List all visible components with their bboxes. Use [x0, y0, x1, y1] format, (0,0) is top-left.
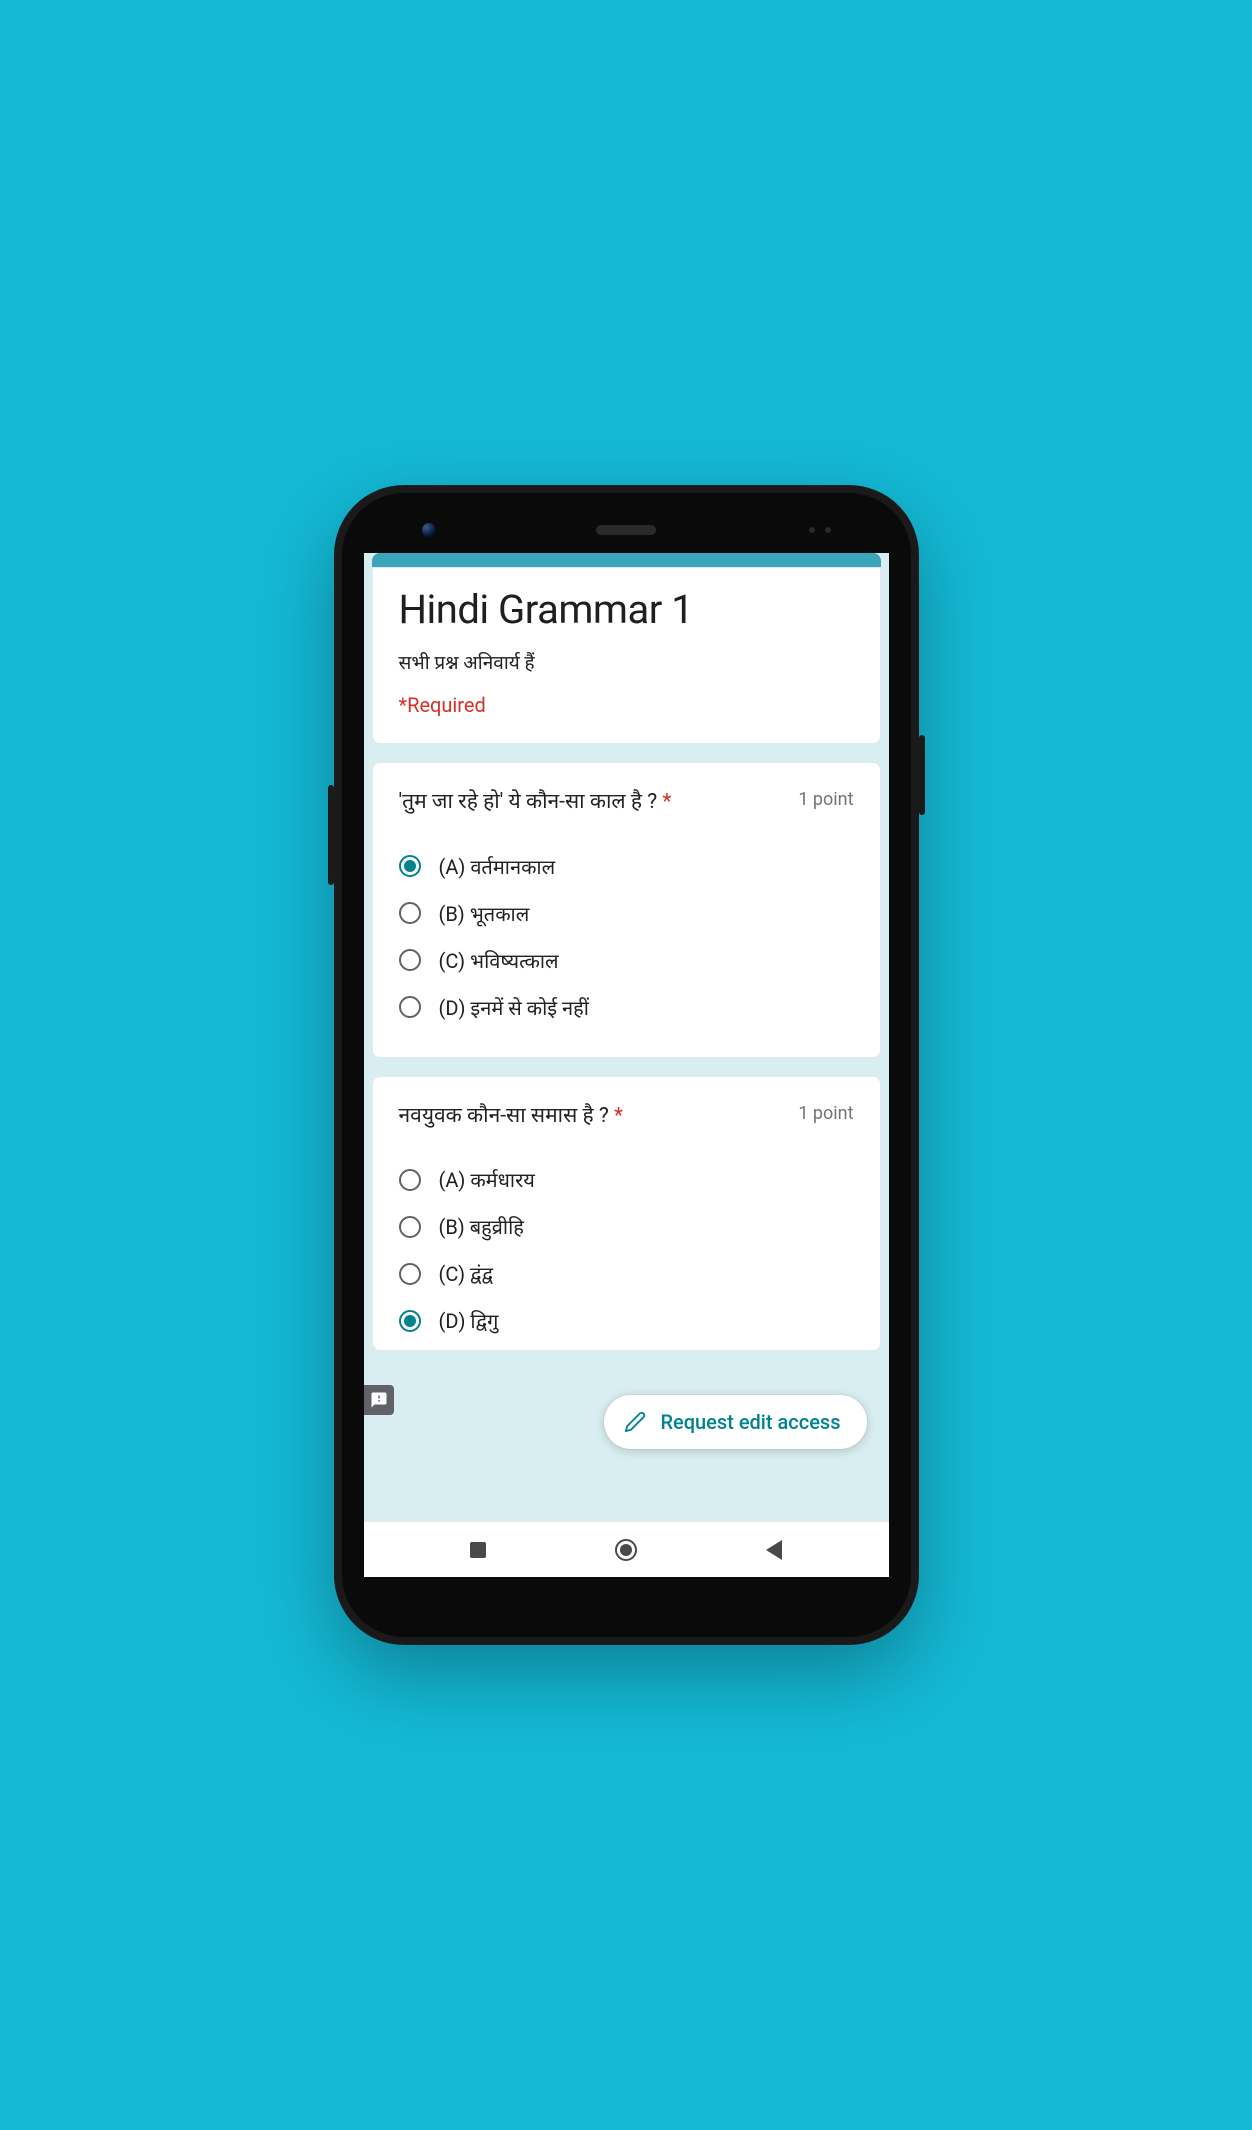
option-label: (D) द्विगु — [439, 1307, 499, 1334]
form-description: सभी प्रश्न अनिवार्य हैं — [399, 649, 854, 675]
fab-label: Request edit access — [660, 1410, 840, 1434]
option-label: (C) द्वंद्व — [439, 1260, 494, 1287]
android-navigation-bar — [364, 1521, 889, 1577]
power-button[interactable] — [919, 735, 925, 815]
required-asterisk: * — [662, 790, 671, 814]
option-label: (D) इनमें से कोई नहीं — [439, 994, 589, 1021]
earpiece-speaker — [596, 525, 656, 535]
device-screen: Hindi Grammar 1 सभी प्रश्न अनिवार्य हैं … — [364, 553, 889, 1577]
question-card-2: नवयुवक कौन-सा समास है ? * 1 point (A) कर… — [372, 1076, 881, 1352]
q2-option-b[interactable]: (B) बहुव्रीहि — [399, 1203, 854, 1250]
radio-unselected-icon — [399, 949, 421, 971]
q1-option-c[interactable]: (C) भविष्यत्काल — [399, 937, 854, 984]
recent-apps-button[interactable] — [438, 1542, 518, 1558]
option-label: (B) भूतकाल — [439, 900, 530, 927]
form-title: Hindi Grammar 1 — [399, 586, 854, 633]
question-text-2: नवयुवक कौन-सा समास है ? * — [399, 1101, 789, 1133]
required-asterisk: * — [614, 1104, 623, 1128]
option-label: (A) कर्मधारय — [439, 1166, 535, 1193]
request-edit-access-button[interactable]: Request edit access — [604, 1395, 866, 1449]
volume-button[interactable] — [328, 785, 334, 885]
square-icon — [470, 1542, 486, 1558]
radio-selected-icon — [399, 855, 421, 877]
phone-bezel: Hindi Grammar 1 सभी प्रश्न अनिवार्य हैं … — [342, 493, 911, 1637]
required-indicator: *Required — [399, 693, 854, 717]
radio-unselected-icon — [399, 996, 421, 1018]
form-accent-bar — [372, 553, 881, 567]
question-points-1: 1 point — [798, 787, 853, 810]
question-label: नवयुवक कौन-सा समास है ? — [399, 1104, 609, 1128]
question-text-1: 'तुम जा रहे हो' ये कौन-सा काल है ? * — [399, 787, 789, 819]
radio-unselected-icon — [399, 902, 421, 924]
question-2-options: (A) कर्मधारय (B) बहुव्रीहि (C) द्वंद्व — [399, 1156, 854, 1344]
feedback-icon — [370, 1391, 388, 1409]
option-label: (B) बहुव्रीहि — [439, 1213, 524, 1240]
question-label: 'तुम जा रहे हो' ये कौन-सा काल है ? — [399, 790, 658, 814]
q2-option-c[interactable]: (C) द्वंद्व — [399, 1250, 854, 1297]
circle-icon — [615, 1539, 637, 1561]
radio-unselected-icon — [399, 1169, 421, 1191]
feedback-button[interactable] — [364, 1385, 394, 1415]
sensor-dots — [809, 527, 831, 533]
radio-unselected-icon — [399, 1263, 421, 1285]
radio-selected-icon — [399, 1310, 421, 1332]
q1-option-a[interactable]: (A) वर्तमानकाल — [399, 843, 854, 890]
form-viewport[interactable]: Hindi Grammar 1 सभी प्रश्न अनिवार्य हैं … — [364, 553, 889, 1521]
back-button[interactable] — [734, 1540, 814, 1560]
pencil-icon — [624, 1411, 646, 1433]
q2-option-a[interactable]: (A) कर्मधारय — [399, 1156, 854, 1203]
form-header-card: Hindi Grammar 1 सभी प्रश्न अनिवार्य हैं … — [372, 567, 881, 744]
radio-unselected-icon — [399, 1216, 421, 1238]
question-1-options: (A) वर्तमानकाल (B) भूतकाल (C) भविष्यत्का… — [399, 843, 854, 1031]
q1-option-d[interactable]: (D) इनमें से कोई नहीं — [399, 984, 854, 1031]
question-card-1: 'तुम जा रहे हो' ये कौन-सा काल है ? * 1 p… — [372, 762, 881, 1058]
option-label: (A) वर्तमानकाल — [439, 853, 556, 880]
q1-option-b[interactable]: (B) भूतकाल — [399, 890, 854, 937]
option-label: (C) भविष्यत्काल — [439, 947, 559, 974]
front-camera — [422, 523, 436, 537]
question-points-2: 1 point — [798, 1101, 853, 1124]
triangle-icon — [766, 1540, 782, 1560]
phone-frame: Hindi Grammar 1 सभी प्रश्न अनिवार्य हैं … — [334, 485, 919, 1645]
home-button[interactable] — [586, 1539, 666, 1561]
q2-option-d[interactable]: (D) द्विगु — [399, 1297, 854, 1344]
